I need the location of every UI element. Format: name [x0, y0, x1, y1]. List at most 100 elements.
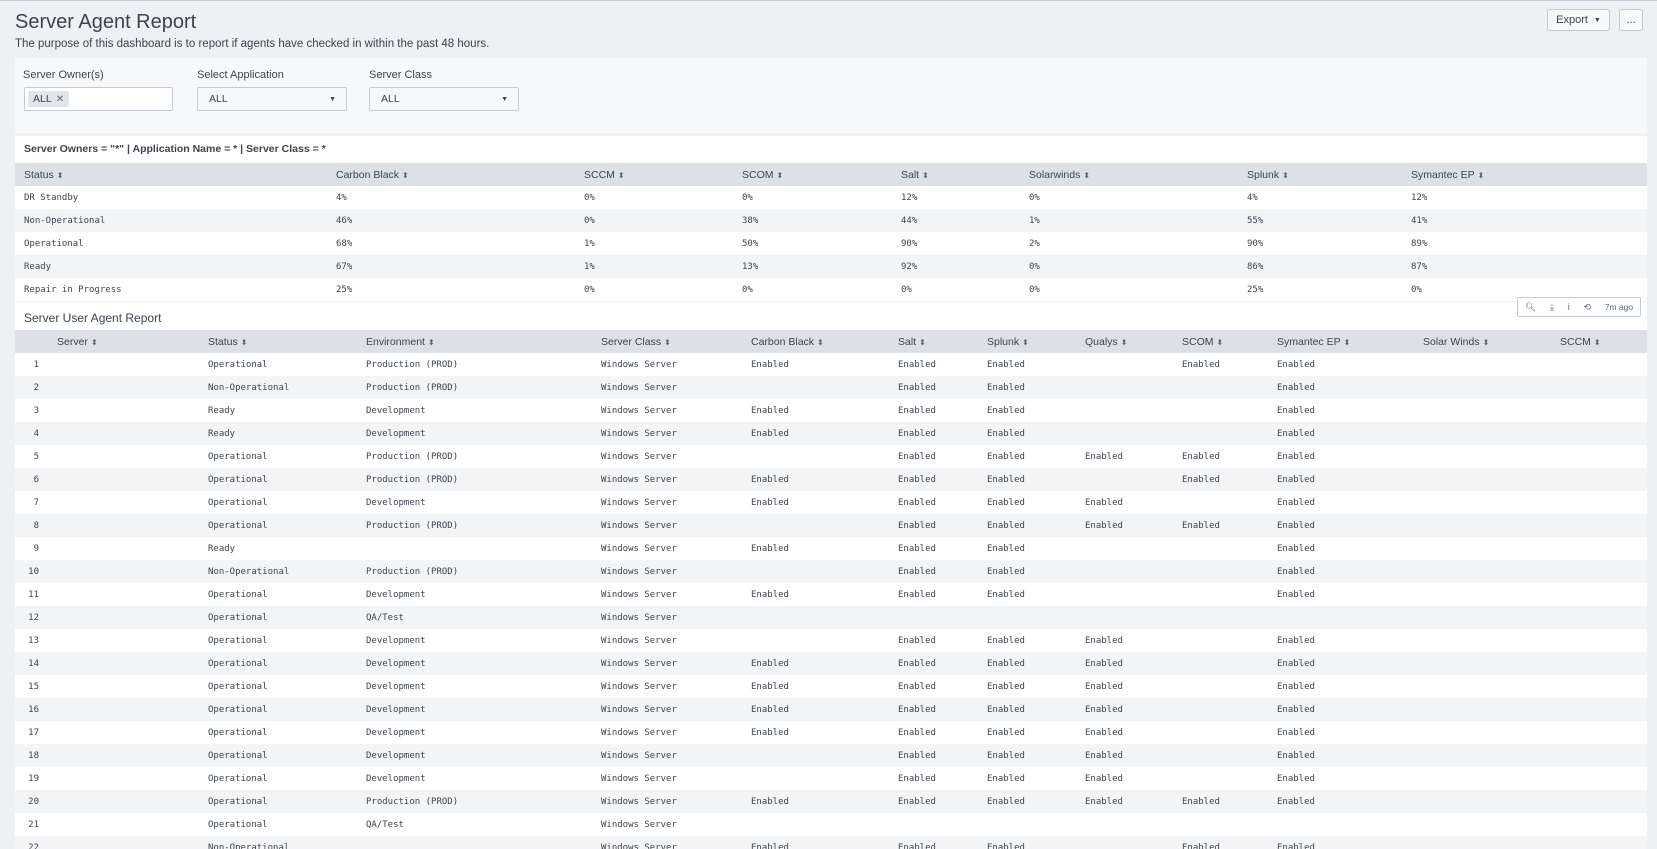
column-header-salt[interactable]: Salt ⬍: [892, 163, 1020, 186]
table-cell: [1414, 422, 1551, 445]
agent-report-panel: Server User Agent Report Server ⬍ Status ⬍ E…: [15, 302, 1647, 849]
sort-icon[interactable]: ⬍: [1022, 338, 1029, 347]
table-row[interactable]: 12 Operational QA/Test Windows Server: [15, 606, 1647, 629]
table-row[interactable]: 10 Non-Operational Production (PROD) Window…: [15, 560, 1647, 583]
table-cell: Enabled: [978, 698, 1076, 721]
sort-icon[interactable]: ⬍: [1083, 171, 1090, 180]
column-header-qualys[interactable]: Qualys ⬍: [1076, 330, 1173, 353]
sort-icon[interactable]: ⬍: [1594, 338, 1601, 347]
sort-icon[interactable]: ⬍: [91, 338, 98, 347]
sort-icon[interactable]: ⬍: [428, 338, 435, 347]
sort-icon[interactable]: ⬍: [777, 171, 784, 180]
table-row[interactable]: Ready 67% 1% 13% 92% 0% 86% 87%: [15, 255, 1647, 278]
table-row[interactable]: 6 Operational Production (PROD) Windows Ser…: [15, 468, 1647, 491]
table-row[interactable]: 15 Operational Development Windows Server En…: [15, 675, 1647, 698]
column-header-status[interactable]: Status ⬍: [199, 330, 357, 353]
column-header-server[interactable]: Server ⬍: [48, 330, 199, 353]
table-cell: Enabled: [889, 629, 978, 652]
select-application-dropdown[interactable]: ALL ▼: [197, 87, 347, 111]
table-cell: [742, 813, 889, 836]
column-header-sccm[interactable]: SCCM ⬍: [575, 163, 733, 186]
search-icon[interactable]: 🔍︎: [1525, 302, 1536, 313]
sort-icon[interactable]: ⬍: [817, 338, 824, 347]
sort-icon[interactable]: ⬍: [1121, 338, 1128, 347]
sort-icon[interactable]: ⬍: [1478, 171, 1485, 180]
sort-icon[interactable]: ⬍: [922, 171, 929, 180]
column-header-carbon-black[interactable]: Carbon Black ⬍: [742, 330, 889, 353]
sort-icon[interactable]: ⬍: [618, 171, 625, 180]
sort-icon[interactable]: ⬍: [1282, 171, 1289, 180]
table-cell: [1551, 698, 1647, 721]
table-row[interactable]: DR Standby 4% 0% 0% 12% 0% 4% 12%: [15, 186, 1647, 209]
column-header-splunk[interactable]: Splunk ⬍: [1238, 163, 1402, 186]
sort-icon[interactable]: ⬍: [402, 171, 409, 180]
column-header-scom[interactable]: SCOM ⬍: [1173, 330, 1268, 353]
table-cell: [1551, 560, 1647, 583]
column-header-server-class[interactable]: Server Class ⬍: [592, 330, 742, 353]
column-header-salt[interactable]: Salt ⬍: [889, 330, 978, 353]
table-row[interactable]: 7 Operational Development Windows Server Ena…: [15, 491, 1647, 514]
table-cell: 1%: [575, 255, 733, 278]
table-cell: Enabled: [1268, 836, 1414, 849]
table-cell: 86%: [1238, 255, 1402, 278]
table-cell: [48, 744, 199, 767]
table-row[interactable]: 11 Operational Development Windows Server En…: [15, 583, 1647, 606]
table-row[interactable]: 18 Operational Development Windows Server En…: [15, 744, 1647, 767]
server-class-dropdown[interactable]: ALL ▼: [369, 87, 519, 111]
column-header-scom[interactable]: SCOM ⬍: [733, 163, 892, 186]
table-cell: [1414, 537, 1551, 560]
table-cell: Windows Server: [592, 698, 742, 721]
table-row[interactable]: 8 Operational Production (PROD) Windows Ser…: [15, 514, 1647, 537]
table-row[interactable]: 1 Operational Production (PROD) Windows Ser…: [15, 353, 1647, 376]
sort-icon[interactable]: ⬍: [57, 171, 64, 180]
table-row[interactable]: 14 Operational Development Windows Server En…: [15, 652, 1647, 675]
sort-icon[interactable]: ⬍: [1344, 338, 1351, 347]
column-header-label: Solar Winds: [1423, 335, 1480, 348]
table-cell: 0%: [1020, 186, 1238, 209]
table-row[interactable]: 4 Ready Development Windows Server Enabled En…: [15, 422, 1647, 445]
table-cell: [1076, 560, 1173, 583]
table-cell: [48, 445, 199, 468]
table-row[interactable]: 5 Operational Production (PROD) Windows Ser…: [15, 445, 1647, 468]
sort-icon[interactable]: ⬍: [1217, 338, 1224, 347]
table-cell: Enabled: [742, 468, 889, 491]
table-row[interactable]: 3 Ready Development Windows Server Enabled En…: [15, 399, 1647, 422]
sort-icon[interactable]: ⬍: [1483, 338, 1490, 347]
column-header-solarwinds[interactable]: Solarwinds ⬍: [1020, 163, 1238, 186]
sort-icon[interactable]: ⬍: [664, 338, 671, 347]
table-row[interactable]: 22 Non-Operational Windows Server Enabled En…: [15, 836, 1647, 849]
sort-icon[interactable]: ⬍: [241, 338, 248, 347]
row-number: 17: [15, 721, 48, 744]
table-row[interactable]: 17 Operational Development Windows Server En…: [15, 721, 1647, 744]
refresh-icon[interactable]: ⟲: [1583, 302, 1591, 313]
table-cell: Windows Server: [592, 560, 742, 583]
column-header-symantec-ep[interactable]: Symantec EP ⬍: [1268, 330, 1414, 353]
column-header-carbon-black[interactable]: Carbon Black ⬍: [327, 163, 575, 186]
table-row[interactable]: Non-Operational 46% 0% 38% 44% 1% 55% 41%: [15, 209, 1647, 232]
column-header-environment[interactable]: Environment ⬍: [357, 330, 592, 353]
table-row[interactable]: 13 Operational Development Windows Server En…: [15, 629, 1647, 652]
table-row[interactable]: 20 Operational Production (PROD) Windows Se…: [15, 790, 1647, 813]
table-row[interactable]: 9 Ready Windows Server Enabled Enabled Enable…: [15, 537, 1647, 560]
last-updated: 7m ago: [1604, 302, 1634, 312]
table-row[interactable]: 19 Operational Development Windows Server En…: [15, 767, 1647, 790]
table-row[interactable]: Repair in Progress 25% 0% 0% 0% 0% 25% 0%: [15, 278, 1647, 301]
table-row[interactable]: Operational 68% 1% 50% 90% 2% 90% 89%: [15, 232, 1647, 255]
info-icon[interactable]: i: [1568, 302, 1570, 312]
download-icon[interactable]: ⤓: [1550, 302, 1554, 313]
column-header-splunk[interactable]: Splunk ⬍: [978, 330, 1076, 353]
column-header-symantec-ep[interactable]: Symantec EP ⬍: [1402, 163, 1647, 186]
remove-chip-icon[interactable]: ✕: [56, 94, 64, 105]
server-owner-multiselect[interactable]: ALL ✕: [24, 87, 173, 111]
table-row[interactable]: 21 Operational QA/Test Windows Server: [15, 813, 1647, 836]
table-row[interactable]: 2 Non-Operational Production (PROD) Windows…: [15, 376, 1647, 399]
column-header-solar-winds[interactable]: Solar Winds ⬍: [1414, 330, 1551, 353]
table-row[interactable]: 16 Operational Development Windows Server En…: [15, 698, 1647, 721]
summary-panel: Server Owners = "*" | Application Name =…: [15, 136, 1647, 301]
column-header-sccm[interactable]: SCCM ⬍: [1551, 330, 1647, 353]
column-header-status[interactable]: Status ⬍: [15, 163, 327, 186]
table-cell: Windows Server: [592, 767, 742, 790]
sort-icon[interactable]: ⬍: [919, 338, 926, 347]
more-actions-button[interactable]: ...: [1619, 9, 1643, 31]
export-button[interactable]: Export ▼: [1547, 9, 1610, 31]
